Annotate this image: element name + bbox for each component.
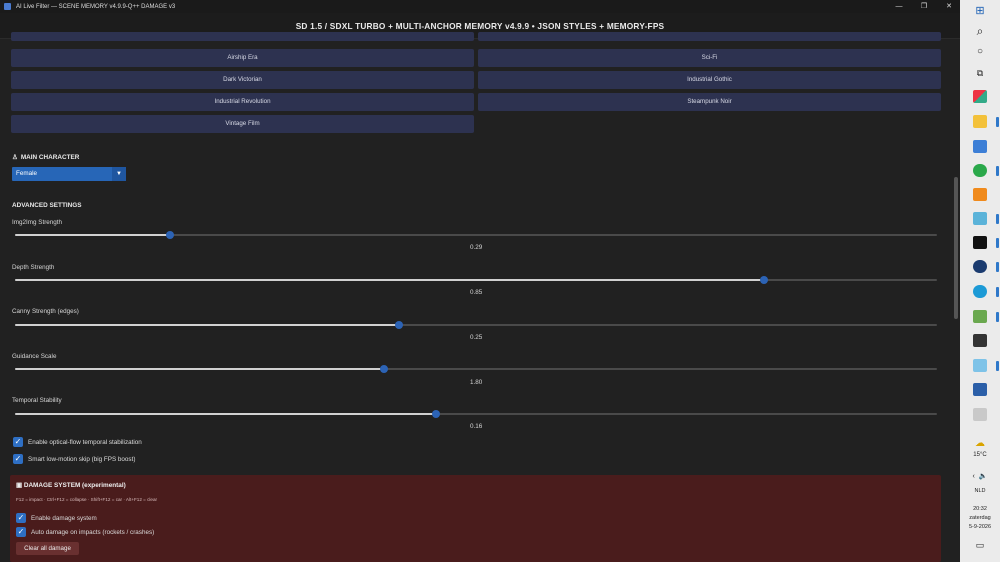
language-indicator[interactable]: NLD — [960, 488, 1000, 494]
tray-icons[interactable]: ‹ 🔈 — [960, 472, 1000, 480]
slider-label-canny: Canny Strength (edges) — [12, 308, 79, 315]
steam-icon[interactable] — [973, 260, 987, 273]
active-app-indicator — [996, 166, 999, 176]
slider-thumb[interactable] — [759, 276, 768, 284]
damage-hotkeys-text: F12 = impact · Ctrl+F12 = collapse · Shi… — [16, 497, 158, 502]
main-character-select[interactable]: Female ▼ — [12, 167, 126, 181]
enable-damage-checkbox[interactable]: ✓ — [16, 513, 26, 523]
slider-fill — [15, 279, 764, 281]
advanced-settings-heading: ADVANCED SETTINGS — [12, 202, 82, 209]
style-button-dark-victorian[interactable]: Dark Victorian — [11, 71, 474, 89]
search-icon[interactable]: ⌕ — [972, 24, 988, 38]
window-title: AI Live Filter — SCENE MEMORY v4.9.9-Q++… — [16, 3, 176, 10]
slider-value-guidance: 1.80 — [470, 379, 483, 386]
style-button-airship-era[interactable]: Airship Era — [11, 49, 474, 67]
app-dark-icon[interactable] — [973, 334, 987, 347]
style-button-sci-fi[interactable]: Sci-Fi — [478, 49, 941, 67]
optical-flow-checkbox[interactable]: ✓ — [13, 437, 23, 447]
active-app-indicator — [996, 312, 999, 322]
slider-temporal-stability[interactable] — [15, 410, 937, 418]
scrollbar-thumb[interactable] — [954, 177, 958, 319]
app-orange-icon[interactable] — [973, 188, 987, 201]
damage-system-heading-text: DAMAGE SYSTEM (experimental) — [23, 482, 126, 489]
style-button-industrial-revolution[interactable]: Industrial Revolution — [11, 93, 474, 111]
slider-value-img2img: 0.29 — [470, 244, 483, 251]
weather-temp: 15°C — [973, 452, 987, 458]
slider-fill — [15, 234, 170, 236]
slider-label-guidance: Guidance Scale — [12, 353, 57, 360]
app-pen-icon[interactable] — [973, 408, 987, 421]
slider-thumb[interactable] — [379, 365, 388, 373]
edge-icon[interactable] — [973, 285, 987, 298]
main-character-heading: ♙ MAIN CHARACTER — [12, 153, 79, 161]
slider-value-depth: 0.85 — [470, 289, 483, 296]
damage-system-panel: ▣ DAMAGE SYSTEM (experimental) F12 = imp… — [10, 475, 941, 562]
auto-damage-checkbox[interactable]: ✓ — [16, 527, 26, 537]
chevron-down-icon[interactable]: ▼ — [112, 167, 126, 181]
app-window: AI Live Filter — SCENE MEMORY v4.9.9-Q++… — [0, 0, 960, 562]
notifications-icon[interactable]: ▭ — [960, 540, 1000, 551]
style-button-partial-right[interactable] — [478, 32, 941, 41]
active-app-indicator — [996, 214, 999, 224]
title-bar: AI Live Filter — SCENE MEMORY v4.9.9-Q++… — [0, 0, 960, 13]
clear-all-damage-button[interactable]: Clear all damage — [16, 542, 79, 555]
active-app-indicator — [996, 287, 999, 297]
weather-icon[interactable]: ☁ — [972, 437, 988, 451]
damage-icon: ▣ — [16, 482, 24, 489]
low-motion-skip-checkbox[interactable]: ✓ — [13, 454, 23, 464]
app-blue-icon[interactable] — [973, 140, 987, 153]
slider-thumb[interactable] — [432, 410, 441, 418]
slider-label-temporal: Temporal Stability — [12, 397, 62, 404]
maximize-button[interactable]: ❐ — [911, 0, 937, 13]
slider-depth-strength[interactable] — [15, 276, 937, 284]
windows-start-icon[interactable]: ⊞ — [972, 4, 988, 18]
slider-thumb[interactable] — [395, 321, 404, 329]
app-python-icon[interactable] — [973, 383, 987, 396]
active-app-indicator — [996, 361, 999, 371]
active-app-indicator — [996, 262, 999, 272]
close-button[interactable]: ✕ — [936, 0, 962, 13]
slider-guidance-scale[interactable] — [15, 365, 937, 373]
style-button-vintage-film[interactable]: Vintage Film — [11, 115, 474, 133]
person-icon: ♙ — [12, 154, 18, 161]
clock-day: zaterdag — [969, 515, 991, 521]
app-lightblue-icon[interactable] — [973, 212, 987, 225]
app-icon — [4, 3, 11, 10]
auto-damage-label: Auto damage on impacts (rockets / crashe… — [31, 529, 155, 536]
app-color-icon[interactable] — [973, 90, 987, 103]
clock-date: 5-9-2026 — [968, 524, 992, 530]
app-green-icon[interactable] — [973, 164, 987, 177]
slider-value-temporal: 0.16 — [470, 423, 483, 430]
low-motion-skip-label: Smart low-motion skip (big FPS boost) — [28, 456, 136, 463]
style-button-steampunk-noir[interactable]: Steampunk Noir — [478, 93, 941, 111]
taskbar: ⊞ ⌕ ○ ⧉ ☁ 15°C ‹ 🔈 NLD 20:32 zaterdag 5-… — [960, 0, 1000, 562]
scrollbar[interactable] — [952, 39, 960, 562]
cortana-icon[interactable]: ○ — [972, 45, 988, 59]
slider-fill — [15, 324, 400, 326]
main-character-selected-value: Female — [16, 170, 37, 177]
active-app-indicator — [996, 117, 999, 127]
slider-img2img-strength[interactable] — [15, 231, 937, 239]
app-window-icon[interactable] — [973, 359, 987, 372]
slider-thumb[interactable] — [165, 231, 174, 239]
app-image-icon[interactable] — [973, 310, 987, 323]
damage-system-heading: ▣ DAMAGE SYSTEM (experimental) — [16, 481, 126, 489]
style-button-industrial-gothic[interactable]: Industrial Gothic — [478, 71, 941, 89]
minimize-button[interactable]: — — [886, 0, 912, 13]
terminal-icon[interactable] — [973, 236, 987, 249]
enable-damage-label: Enable damage system — [31, 515, 97, 522]
active-app-indicator — [996, 238, 999, 248]
main-character-heading-text: MAIN CHARACTER — [20, 154, 80, 161]
slider-canny-strength[interactable] — [15, 321, 937, 329]
slider-fill — [15, 368, 384, 370]
file-explorer-icon[interactable] — [973, 115, 987, 128]
slider-fill — [15, 413, 437, 415]
slider-value-canny: 0.25 — [470, 334, 483, 341]
clock-time[interactable]: 20:32 — [960, 506, 1000, 512]
style-button-partial-left[interactable] — [11, 32, 474, 41]
optical-flow-label: Enable optical-flow temporal stabilizati… — [28, 439, 142, 446]
task-view-icon[interactable]: ⧉ — [972, 66, 988, 80]
slider-label-depth: Depth Strength — [12, 264, 55, 271]
slider-label-img2img: Img2Img Strength — [12, 219, 63, 226]
